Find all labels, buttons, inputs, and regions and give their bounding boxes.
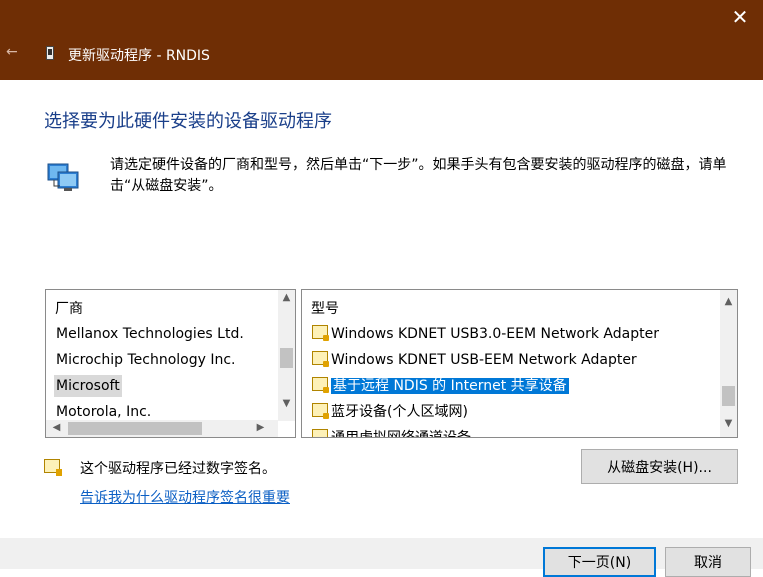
manufacturer-horizontal-scrollbar[interactable]: ◀ ▶ [46, 420, 278, 437]
have-disk-button[interactable]: 从磁盘安装(H)... [581, 449, 738, 484]
scroll-thumb[interactable] [68, 422, 202, 435]
list-item[interactable]: 通用虚拟网络通道设备 [310, 427, 473, 437]
close-icon: ✕ [731, 5, 749, 29]
driver-icon [312, 351, 329, 367]
list-item[interactable]: Microchip Technology Inc. [54, 349, 238, 371]
instruction-text: 请选定硬件设备的厂商和型号，然后单击“下一步”。如果手头有包含要安装的驱动程序的… [110, 157, 727, 194]
network-adapter-icon [47, 163, 79, 191]
scroll-down-icon[interactable]: ▼ [278, 398, 295, 409]
manufacturer-list-header: 厂商 [55, 301, 83, 317]
scroll-right-icon[interactable]: ▶ [252, 422, 269, 433]
window-title: 更新驱动程序 - RNDIS [68, 48, 210, 64]
list-item[interactable]: Windows KDNET USB-EEM Network Adapter [310, 349, 639, 371]
page-heading: 选择要为此硬件安装的设备驱动程序 [44, 111, 332, 132]
list-item-selected[interactable]: 基于远程 NDIS 的 Internet 共享设备 [310, 375, 571, 397]
scroll-up-icon[interactable]: ▲ [720, 296, 737, 307]
list-item-selected[interactable]: Microsoft [54, 375, 122, 397]
signature-info-link[interactable]: 告诉我为什么驱动程序签名很重要 [80, 487, 290, 507]
cancel-button[interactable]: 取消 [665, 547, 751, 577]
signature-status: 这个驱动程序已经过数字签名。 [80, 461, 276, 477]
device-icon [46, 46, 54, 60]
driver-icon [312, 377, 329, 393]
model-list-header: 型号 [311, 301, 339, 317]
driver-icon [312, 403, 329, 419]
next-button[interactable]: 下一页(N) [543, 547, 656, 577]
scroll-down-icon[interactable]: ▼ [720, 418, 737, 429]
list-item[interactable]: Mellanox Technologies Ltd. [54, 323, 246, 345]
model-vertical-scrollbar[interactable]: ▲ ▼ [720, 290, 737, 437]
signed-driver-icon [44, 459, 62, 476]
back-arrow-icon: ← [6, 44, 18, 60]
list-item[interactable]: 蓝牙设备(个人区域网) [310, 401, 470, 423]
scroll-thumb[interactable] [722, 386, 735, 406]
back-button[interactable]: ← [6, 44, 22, 64]
close-button[interactable]: ✕ [717, 0, 763, 34]
scroll-left-icon[interactable]: ◀ [48, 422, 65, 433]
list-item[interactable]: Windows KDNET USB3.0-EEM Network Adapter [310, 323, 661, 345]
title-bar: ✕ ← 更新驱动程序 - RNDIS [0, 0, 763, 80]
driver-icon [312, 325, 329, 341]
driver-icon [312, 429, 328, 437]
scroll-up-icon[interactable]: ▲ [278, 292, 295, 303]
scroll-thumb[interactable] [280, 348, 293, 368]
manufacturer-vertical-scrollbar[interactable]: ▲ ▼ [278, 290, 295, 421]
manufacturer-list[interactable]: 厂商 Mellanox Technologies Ltd. Microchip … [45, 289, 296, 438]
model-list[interactable]: 型号 Windows KDNET USB3.0-EEM Network Adap… [301, 289, 738, 438]
